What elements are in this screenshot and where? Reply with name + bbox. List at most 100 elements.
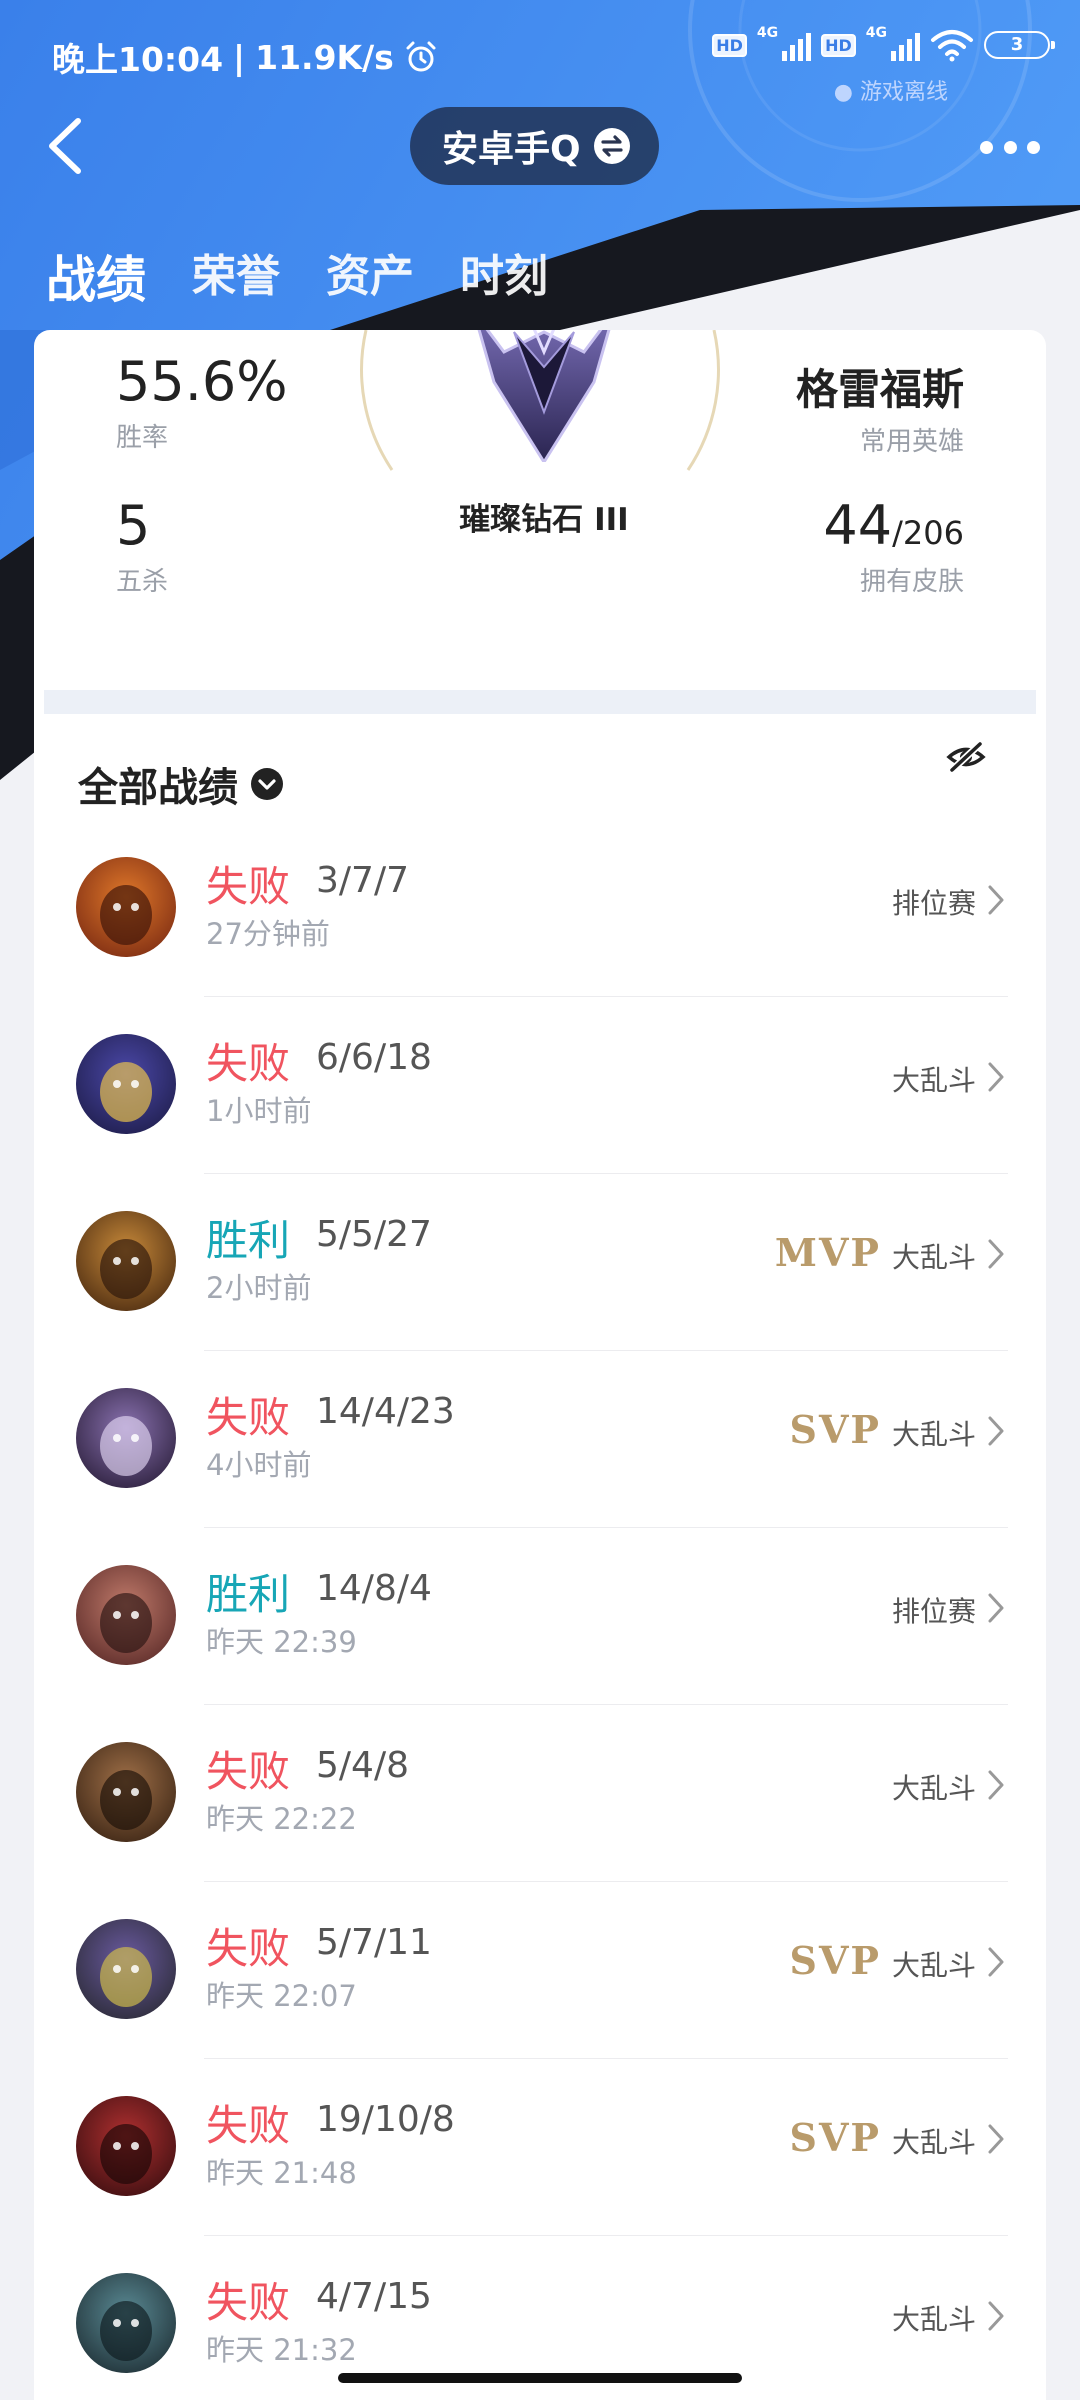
wifi-icon: [931, 30, 973, 62]
match-kda: 6/6/18: [316, 1037, 432, 1078]
alarm-clock-icon: [406, 41, 436, 72]
skins-stat[interactable]: 44/206 拥有皮肤: [823, 494, 964, 598]
skins-total: /206: [892, 514, 964, 552]
tab-bar: 战绩 荣誉 资产 时刻: [46, 240, 548, 336]
win-rate-value: 55.6%: [116, 350, 288, 413]
match-time: 2小时前: [206, 1271, 312, 1305]
match-badge: SVP: [789, 1407, 881, 1452]
match-kda: 19/10/8: [316, 2099, 455, 2140]
network-type-2: 4G: [865, 25, 887, 41]
match-mode: 大乱斗: [891, 1064, 976, 1097]
game-offline-status: ● 游戏离线: [833, 80, 948, 105]
hero-portrait-icon: [76, 1919, 176, 2019]
hero-avatar: [76, 1388, 176, 1488]
signal-strength-icon-2: [891, 29, 920, 61]
match-kda: 14/8/4: [316, 1568, 432, 1609]
chevron-right-icon: [988, 1416, 1004, 1446]
match-kda: 3/7/7: [316, 860, 409, 901]
rank-name: 璀璨钻石 III: [459, 502, 629, 538]
match-mode: 大乱斗: [891, 1949, 976, 1982]
match-result: 失败: [206, 2101, 291, 2150]
hero-avatar: [76, 1211, 176, 1311]
match-mode: 大乱斗: [891, 1241, 976, 1274]
match-kda: 14/4/23: [316, 1391, 455, 1432]
match-mode: 大乱斗: [891, 2303, 976, 2336]
match-result: 胜利: [206, 1216, 291, 1265]
match-result: 失败: [206, 862, 291, 911]
match-time: 昨天 22:39: [206, 1625, 357, 1659]
home-indicator[interactable]: [338, 2373, 742, 2383]
favorite-hero-name: 格雷福斯: [795, 365, 964, 414]
hero-avatar: [76, 2273, 176, 2373]
tab-assets[interactable]: 资产: [326, 240, 414, 326]
account-title: 安卓手Q: [442, 129, 581, 170]
match-result: 失败: [206, 1924, 291, 1973]
match-mode: 排位赛: [891, 1595, 976, 1628]
hero-portrait-icon: [76, 1211, 176, 1311]
status-right: HD 4G HD 4G 3: [712, 25, 1055, 62]
status-left: 晚上10:04 | 11.9K/s: [52, 33, 438, 81]
match-row[interactable]: 失败 5/4/8 昨天 22:22 大乱斗: [34, 1705, 1046, 1882]
hero-portrait-icon: [76, 1565, 176, 1665]
profile-card: 55.6% 胜率 5 五杀 璀璨钻石 III 格雷福斯 常用英雄 44/206 …: [34, 330, 1046, 2400]
match-mode: 排位赛: [891, 887, 976, 920]
match-mode: 大乱斗: [891, 1772, 976, 1805]
skins-value: 44/206: [823, 494, 964, 557]
win-rate-label: 胜率: [116, 423, 169, 453]
match-row[interactable]: 失败 3/7/7 27分钟前 排位赛: [34, 820, 1046, 997]
match-row[interactable]: 失败 6/6/18 1小时前 大乱斗: [34, 997, 1046, 1174]
match-result: 失败: [206, 1747, 291, 1796]
match-result: 失败: [206, 1393, 291, 1442]
hero-portrait-icon: [76, 2096, 176, 2196]
chevron-left-icon[interactable]: [40, 113, 100, 179]
match-kda: 5/7/11: [316, 1922, 432, 1963]
win-rate-stat: 55.6% 胜率: [116, 350, 288, 454]
chevron-right-icon: [988, 1947, 1004, 1977]
match-badge: MVP: [774, 1230, 881, 1275]
skins-owned: 44: [823, 494, 893, 557]
record-filter[interactable]: 全部战绩: [78, 755, 284, 813]
match-mode: 大乱斗: [891, 1418, 976, 1451]
tab-honor[interactable]: 荣誉: [192, 240, 280, 326]
match-kda: 5/5/27: [316, 1214, 432, 1255]
match-badge: SVP: [789, 2115, 881, 2160]
penta-kill-label: 五杀: [116, 567, 169, 597]
hero-portrait-icon: [76, 1742, 176, 1842]
chevron-right-icon: [988, 1239, 1004, 1269]
tab-moments[interactable]: 时刻: [460, 240, 548, 326]
hero-avatar: [76, 1742, 176, 1842]
match-row[interactable]: 胜利 5/5/27 2小时前 MVP 大乱斗: [34, 1174, 1046, 1351]
match-time: 昨天 22:07: [206, 1979, 357, 2013]
favorite-hero-stat[interactable]: 格雷福斯 常用英雄: [796, 356, 964, 458]
more-dots-icon[interactable]: [980, 127, 1040, 167]
hero-portrait-icon: [76, 1034, 176, 1134]
section-title: 全部战绩: [78, 765, 238, 811]
battery-indicator: 3: [984, 31, 1055, 59]
chevron-right-icon: [988, 1062, 1004, 1092]
hero-avatar: [76, 857, 176, 957]
match-row[interactable]: 失败 14/4/23 4小时前 SVP 大乱斗: [34, 1351, 1046, 1528]
chevron-right-icon: [988, 1770, 1004, 1800]
hd-badge: HD: [712, 33, 747, 57]
match-time: 昨天 22:22: [206, 1802, 357, 1836]
signal-strength-icon: [782, 29, 812, 61]
favorite-hero-label: 常用英雄: [859, 427, 964, 457]
match-row[interactable]: 失败 5/7/11 昨天 22:07 SVP 大乱斗: [34, 1882, 1046, 2059]
account-switcher[interactable]: 安卓手Q: [410, 107, 659, 185]
tab-record[interactable]: 战绩: [46, 240, 146, 336]
swap-icon: [593, 128, 630, 164]
match-result: 失败: [206, 2278, 291, 2327]
match-time: 1小时前: [206, 1094, 312, 1128]
match-time: 27分钟前: [206, 917, 330, 951]
hero-avatar: [76, 2096, 176, 2196]
match-row[interactable]: 胜利 14/8/4 昨天 22:39 排位赛: [34, 1528, 1046, 1705]
title-bar: 安卓手Q: [0, 105, 1080, 187]
status-bar: 晚上10:04 | 11.9K/s HD 4G HD 4G 3 ● 游戏离线: [0, 0, 1080, 110]
clock-time: 晚上10:04: [52, 40, 224, 79]
match-row[interactable]: 失败 19/10/8 昨天 21:48 SVP 大乱斗: [34, 2059, 1046, 2236]
eye-off-icon[interactable]: [946, 740, 986, 774]
match-kda: 4/7/15: [316, 2276, 432, 2317]
hero-portrait-icon: [76, 2273, 176, 2373]
hero-avatar: [76, 1034, 176, 1134]
dropdown-circle-icon: [251, 768, 283, 800]
